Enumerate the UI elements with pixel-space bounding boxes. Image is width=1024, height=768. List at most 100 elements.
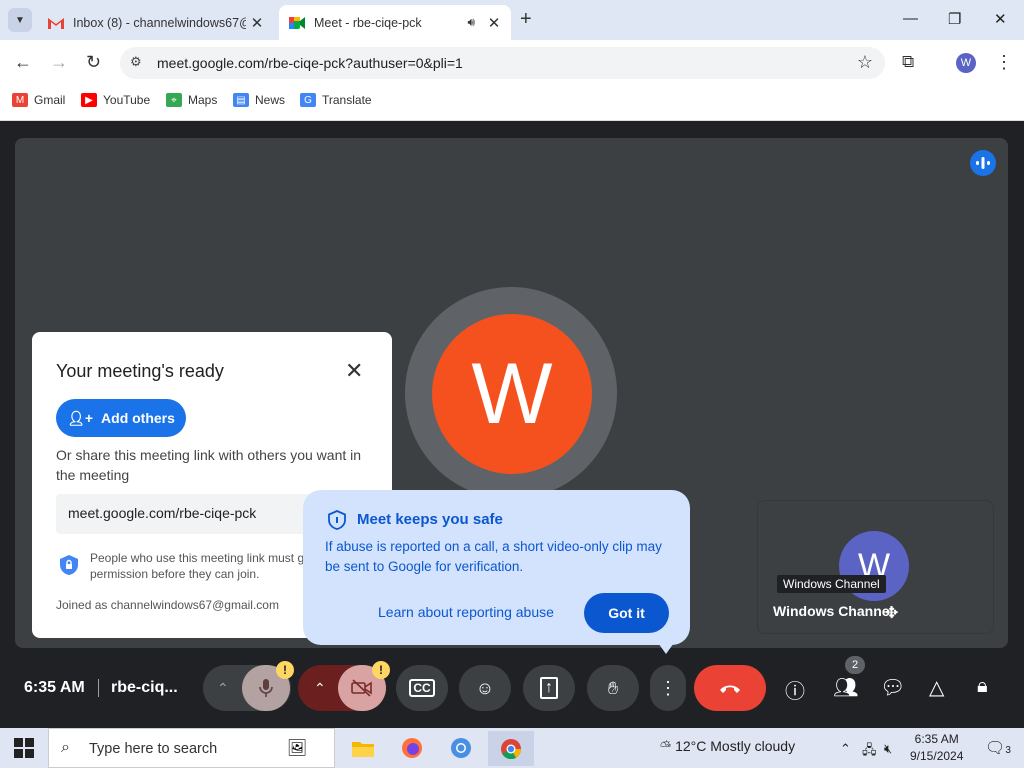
minimize-icon[interactable]: —	[903, 10, 918, 27]
chevron-up-icon[interactable]: ⌃	[217, 680, 229, 697]
volume-muted-icon[interactable]: 🔇︎	[884, 741, 892, 757]
present-screen-icon: ↑	[540, 677, 558, 699]
name-tooltip: Windows Channel	[777, 575, 886, 593]
meeting-info-icon[interactable]: ⓘ	[785, 675, 805, 704]
translate-icon: G	[300, 93, 316, 107]
chrome-icon[interactable]	[488, 731, 534, 766]
reactions-button[interactable]: ☺	[459, 665, 511, 711]
host-controls-icon[interactable]: 🔒︎	[977, 675, 988, 698]
notification-count: 3	[1005, 745, 1011, 756]
self-name-label: Windows Channel	[773, 603, 894, 619]
more-vert-icon: ⋮	[659, 677, 677, 698]
tab-title: Inbox (8) - channelwindows67@	[73, 15, 246, 30]
hang-up-icon	[720, 685, 740, 693]
tab-title: Meet - rbe-ciqe-pck	[314, 15, 422, 30]
system-clock[interactable]: 6:35 AM 9/15/2024	[910, 731, 963, 765]
bookmark-youtube[interactable]: ▶ YouTube	[81, 93, 150, 107]
extensions-icon[interactable]: ⧉	[902, 52, 914, 72]
participant-avatar: W	[432, 314, 592, 474]
tab-search-button[interactable]: ▼	[8, 8, 32, 32]
bookmark-translate[interactable]: G Translate	[300, 93, 372, 107]
new-tab-button[interactable]: +	[520, 8, 532, 31]
notification-icon[interactable]: 🗨︎3	[985, 738, 1011, 758]
back-icon[interactable]: ←	[14, 52, 32, 73]
activities-icon[interactable]: △	[929, 675, 944, 700]
card-title: Your meeting's ready	[56, 361, 224, 381]
present-button[interactable]: ↑	[523, 665, 575, 711]
forward-icon[interactable]: →	[50, 52, 68, 73]
popup-arrow	[656, 640, 676, 654]
network-icon[interactable]: 🖧︎	[862, 741, 877, 763]
meet-icon	[289, 15, 305, 31]
bookmark-maps[interactable]: ⌖ Maps	[166, 93, 217, 107]
raise-hand-button[interactable]: ✋︎	[587, 665, 639, 711]
file-explorer-icon[interactable]	[348, 733, 378, 763]
share-text: Or share this meeting link with others y…	[56, 447, 362, 483]
profile-avatar[interactable]: W	[956, 53, 976, 73]
bookmark-star-icon[interactable]: ☆	[857, 52, 873, 73]
camera-off-icon	[351, 679, 372, 697]
search-highlight-icon[interactable]: 🖼︎	[282, 733, 312, 763]
shield-icon	[328, 510, 346, 530]
meeting-time: 6:35 AM	[24, 679, 85, 696]
learn-more-link[interactable]: Learn about reporting abuse	[378, 604, 554, 620]
clock-time: 6:35 AM	[914, 732, 959, 746]
browser-menu-icon[interactable]: ⋮	[995, 52, 1013, 73]
address-bar[interactable]: ⚙ meet.google.com/rbe-ciqe-pck?authuser=…	[120, 47, 885, 79]
joined-as-text: Joined as channelwindows67@gmail.com	[56, 598, 279, 612]
close-tab-icon[interactable]: ✕	[246, 14, 268, 32]
mic-icon	[259, 679, 273, 697]
url-text[interactable]: meet.google.com/rbe-ciqe-pck?authuser=0&…	[157, 55, 463, 71]
chat-icon[interactable]: 💬︎	[880, 675, 905, 700]
move-cursor-icon: ✥	[885, 605, 899, 622]
leave-call-button[interactable]	[694, 665, 766, 711]
site-info-icon[interactable]: ⚙	[130, 54, 142, 70]
audio-level-icon	[970, 150, 996, 176]
news-icon: ▤	[233, 93, 249, 107]
meeting-link[interactable]: meet.google.com/rbe-ciqe-pck	[68, 505, 256, 521]
close-window-icon[interactable]: ✕	[994, 10, 1007, 28]
restore-icon[interactable]: ❐	[948, 10, 961, 28]
meeting-code[interactable]: rbe-ciq...	[111, 679, 178, 697]
people-icon[interactable]: 👥︎	[833, 675, 858, 700]
close-tab-icon[interactable]: ✕	[483, 14, 505, 32]
chevron-up-icon[interactable]: ⌃	[314, 680, 326, 697]
bookmark-gmail[interactable]: M Gmail	[12, 93, 65, 107]
add-person-icon: 👤︎+	[67, 409, 94, 426]
tab-gmail[interactable]: Inbox (8) - channelwindows67@ ✕	[38, 5, 274, 40]
camera-warning-badge: !	[372, 661, 390, 679]
weather-cloud-icon: ⛅︎	[660, 738, 676, 754]
search-icon: ⌕	[61, 739, 70, 756]
youtube-icon: ▶	[81, 93, 97, 107]
more-options-button[interactable]: ⋮	[650, 665, 686, 711]
close-icon[interactable]: ✕	[345, 358, 363, 384]
clock-date: 9/15/2024	[910, 749, 964, 763]
weather-widget[interactable]: ⛅︎ 12°C Mostly cloudy	[660, 738, 795, 755]
captions-icon: CC	[409, 679, 435, 697]
search-placeholder: Type here to search	[89, 741, 218, 757]
hand-icon: ✋︎	[607, 677, 619, 698]
emoji-icon: ☺	[475, 677, 495, 698]
shield-icon	[60, 555, 78, 575]
divider	[98, 679, 99, 697]
tab-meet[interactable]: Meet - rbe-ciqe-pck 🔊︎ ✕	[279, 5, 511, 40]
got-it-button[interactable]: Got it	[584, 593, 669, 633]
firefox-icon[interactable]	[397, 733, 427, 763]
gmail-icon: M	[12, 93, 28, 107]
popup-title: Meet keeps you safe	[357, 511, 503, 528]
chromium-icon[interactable]	[446, 733, 476, 763]
bookmarks-bar	[0, 85, 1024, 121]
bookmark-news[interactable]: ▤ News	[233, 93, 285, 107]
captions-button[interactable]: CC	[396, 665, 448, 711]
people-count-badge: 2	[845, 656, 865, 674]
safety-popup: Meet keeps you safe If abuse is reported…	[303, 490, 690, 654]
chevron-up-icon[interactable]: ⌃	[840, 741, 851, 757]
add-others-button[interactable]: 👤︎+ Add others	[56, 399, 186, 437]
gmail-icon	[48, 15, 64, 31]
popup-body: If abuse is reported on a call, a short …	[325, 539, 662, 574]
mic-warning-badge: !	[276, 661, 294, 679]
reload-icon[interactable]: ↻	[86, 52, 101, 73]
windows-start-icon[interactable]	[14, 738, 34, 758]
maps-icon: ⌖	[166, 93, 182, 107]
speaker-icon[interactable]: 🔊︎	[467, 15, 475, 30]
